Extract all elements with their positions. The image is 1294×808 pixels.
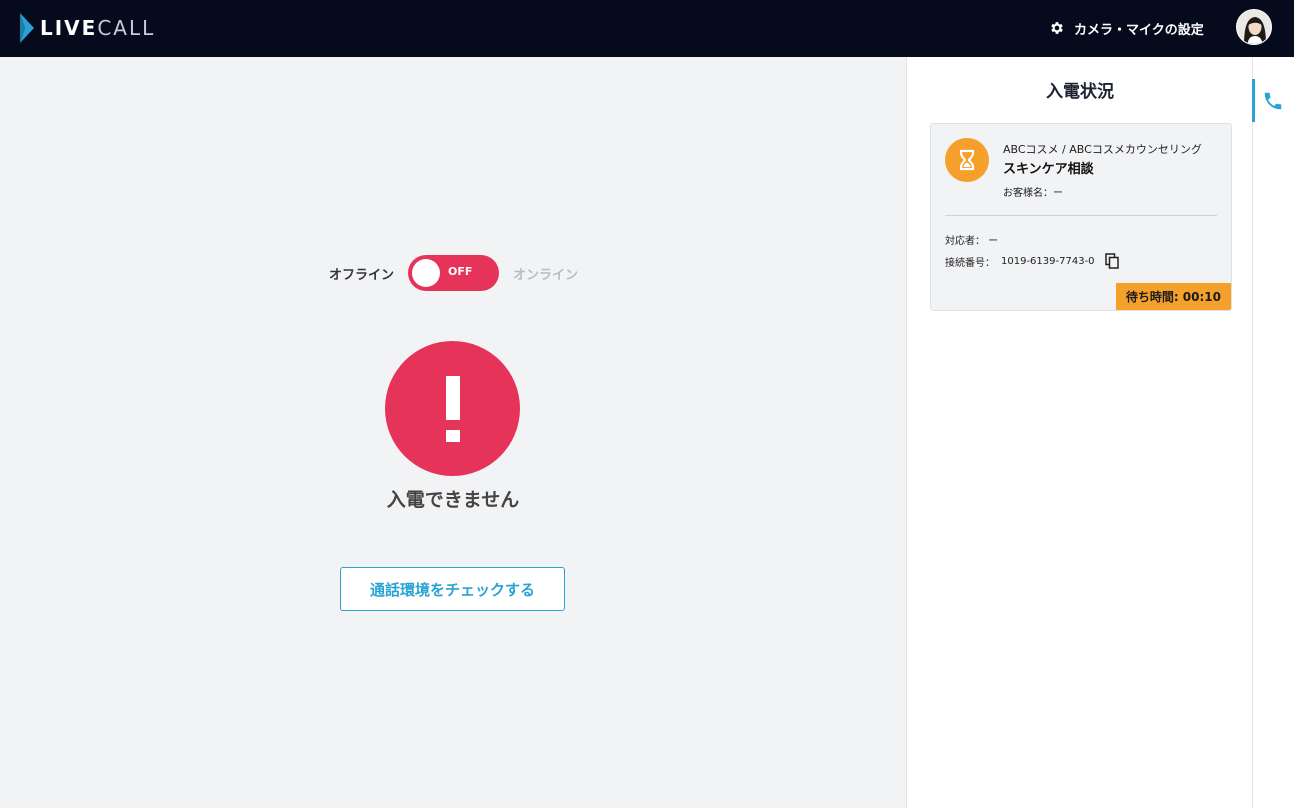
card-connection-number: 接続番号： 1019-6139-7743-0	[945, 253, 1119, 269]
connection-number-label: 接続番号：	[945, 257, 995, 269]
logo-text-live: LIVE	[40, 16, 98, 40]
card-company-name: ABCコスメ / ABCコスメカウンセリング	[1003, 143, 1202, 156]
online-label: オンライン	[513, 267, 579, 283]
incoming-call-panel: 入電状況 ABCコスメ / ABCコスメカウンセリング スキンケア相談 お客様名…	[906, 57, 1252, 808]
copy-icon[interactable]	[1104, 253, 1119, 269]
offline-label: オフライン	[329, 267, 395, 283]
active-tab-indicator	[1252, 79, 1255, 122]
card-customer-name: お客様名：ー	[1003, 188, 1063, 199]
user-avatar[interactable]	[1236, 9, 1272, 45]
toggle-state-label: OFF	[448, 265, 473, 278]
panel-title: 入電状況	[1046, 82, 1114, 102]
toggle-knob	[412, 259, 441, 287]
livecall-logo[interactable]: LIVECALL	[18, 12, 155, 44]
online-toggle-switch[interactable]: OFF	[408, 255, 500, 291]
online-status-control: オフライン OFF オンライン	[329, 255, 589, 291]
alert-status-indicator	[385, 341, 520, 476]
logo-text-call: CALL	[97, 16, 156, 40]
logo-text: LIVECALL	[40, 16, 155, 40]
card-agent: 対応者： ー	[945, 236, 999, 247]
camera-mic-settings-button[interactable]: カメラ・マイクの設定	[1049, 17, 1204, 39]
alert-message: 入電できません	[386, 489, 520, 511]
logo-mark-icon	[20, 13, 34, 43]
gear-icon	[1051, 22, 1063, 34]
right-icon-strip	[1252, 57, 1294, 808]
phone-icon[interactable]	[1262, 90, 1284, 112]
avatar-image	[1237, 10, 1271, 44]
incoming-call-card[interactable]: ABCコスメ / ABCコスメカウンセリング スキンケア相談 お客様名：ー 対応…	[930, 123, 1232, 311]
wait-time-badge: 待ち時間: 00:10	[1115, 283, 1231, 310]
hourglass-icon	[945, 138, 989, 182]
card-consultation-title: スキンケア相談	[1003, 162, 1094, 177]
settings-label: カメラ・マイクの設定	[1074, 22, 1204, 38]
top-header: LIVECALL カメラ・マイクの設定	[0, 0, 1294, 57]
exclamation-icon	[446, 376, 460, 442]
connection-number-value: 1019-6139-7743-0	[1001, 255, 1095, 267]
check-call-environment-button[interactable]: 通話環境をチェックする	[340, 567, 565, 611]
card-divider	[945, 215, 1217, 216]
main-area: オフライン OFF オンライン 入電できません 通話環境をチェックする	[0, 57, 906, 808]
